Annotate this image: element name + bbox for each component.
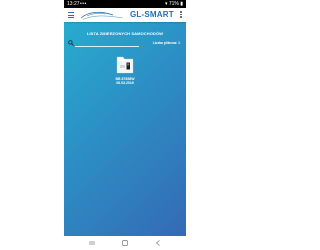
- more-vertical-icon[interactable]: [180, 11, 182, 19]
- search-row: Liczba pliknow: 1: [68, 40, 182, 48]
- vehicle-date: 08.03.2019: [116, 81, 134, 85]
- folder-car-icon: [116, 56, 134, 74]
- status-battery: ▾ 71% ▮: [164, 1, 183, 7]
- app-bar: GL-SMART: [64, 8, 186, 22]
- list-title: LISTA ZMIERZONYCH SAMOCHODÓW: [86, 31, 164, 36]
- navigation-bar: [64, 236, 186, 250]
- notification-dots: •••: [80, 1, 87, 7]
- status-bar: 13:27 ••• ▾ 71% ▮: [64, 0, 186, 8]
- home-icon[interactable]: [121, 239, 129, 247]
- logo-icon: [80, 11, 124, 20]
- recent-apps-icon[interactable]: [88, 239, 96, 247]
- search-icon[interactable]: [68, 40, 74, 46]
- app-screen: 13:27 ••• ▾ 71% ▮ GL-SMART LISTA ZMIERZO…: [64, 0, 186, 250]
- search-input[interactable]: [75, 46, 139, 47]
- app-title: GL-SMART: [130, 10, 174, 19]
- vehicle-item[interactable]: BB 87858W 08.03.2019: [108, 54, 142, 92]
- file-count-label: Liczba pliknow: 1: [152, 41, 180, 45]
- status-time: 13:27: [67, 1, 80, 7]
- back-icon[interactable]: [154, 239, 162, 247]
- menu-icon[interactable]: [68, 12, 74, 18]
